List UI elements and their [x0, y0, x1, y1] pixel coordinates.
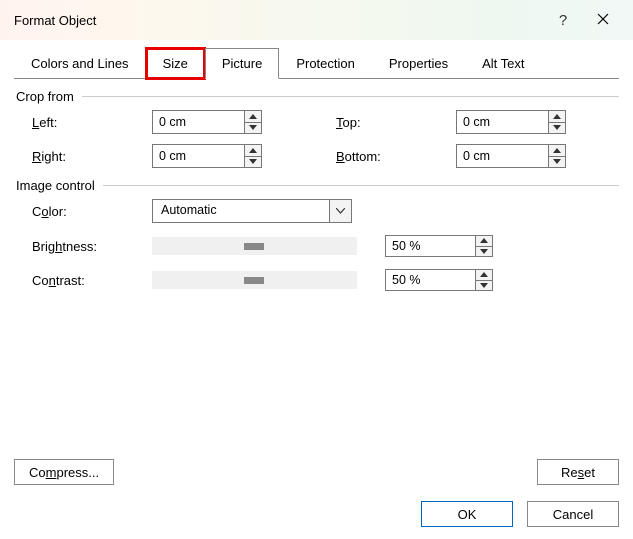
color-dropdown-button[interactable]: [329, 200, 351, 222]
right-label: Right:: [32, 149, 152, 164]
right-down-button[interactable]: [245, 156, 261, 168]
top-input[interactable]: [457, 111, 548, 133]
top-up-button[interactable]: [549, 111, 565, 122]
tab-properties[interactable]: Properties: [372, 48, 465, 79]
contrast-up-button[interactable]: [476, 270, 492, 280]
chevron-down-icon: [480, 249, 488, 254]
ok-button[interactable]: OK: [421, 501, 513, 527]
chevron-up-icon: [249, 114, 257, 119]
brightness-down-button[interactable]: [476, 246, 492, 257]
top-spinner[interactable]: [456, 110, 566, 134]
group-crop-from: Crop from: [16, 89, 619, 104]
right-spinner[interactable]: [152, 144, 262, 168]
chevron-down-icon: [249, 125, 257, 130]
brightness-up-button[interactable]: [476, 236, 492, 246]
bottom-up-button[interactable]: [549, 145, 565, 156]
contrast-input[interactable]: [386, 270, 475, 290]
bottom-input[interactable]: [457, 145, 548, 167]
tab-size[interactable]: Size: [146, 48, 205, 79]
group-image-control: Image control: [16, 178, 619, 193]
chevron-up-icon: [480, 238, 488, 243]
crop-from-label: Crop from: [16, 89, 74, 104]
color-label: Color:: [32, 204, 152, 219]
chevron-down-icon: [249, 159, 257, 164]
bottom-spinner[interactable]: [456, 144, 566, 168]
contrast-down-button[interactable]: [476, 280, 492, 291]
brightness-slider-thumb[interactable]: [244, 243, 264, 250]
chevron-up-icon: [480, 272, 488, 277]
window-title: Format Object: [14, 13, 96, 28]
close-button[interactable]: [583, 12, 623, 28]
cancel-button[interactable]: Cancel: [527, 501, 619, 527]
tab-picture[interactable]: Picture: [205, 48, 279, 79]
reset-button[interactable]: Reset: [537, 459, 619, 485]
tab-alt-text[interactable]: Alt Text: [465, 48, 541, 79]
titlebar: Format Object ?: [0, 0, 633, 40]
left-input[interactable]: [153, 111, 244, 133]
contrast-slider-thumb[interactable]: [244, 277, 264, 284]
help-button[interactable]: ?: [543, 12, 583, 29]
right-input[interactable]: [153, 145, 244, 167]
chevron-up-icon: [249, 148, 257, 153]
tab-bar: Colors and Lines Size Picture Protection…: [14, 48, 619, 79]
left-down-button[interactable]: [245, 122, 261, 134]
top-label: Top:: [336, 115, 456, 130]
brightness-input[interactable]: [386, 236, 475, 256]
left-spinner[interactable]: [152, 110, 262, 134]
brightness-spinner[interactable]: [385, 235, 493, 257]
brightness-slider[interactable]: [152, 237, 357, 255]
left-label: Left:: [32, 115, 152, 130]
chevron-up-icon: [553, 148, 561, 153]
contrast-spinner[interactable]: [385, 269, 493, 291]
tab-protection[interactable]: Protection: [279, 48, 372, 79]
chevron-down-icon: [336, 208, 345, 214]
image-control-label: Image control: [16, 178, 95, 193]
chevron-down-icon: [553, 159, 561, 164]
top-down-button[interactable]: [549, 122, 565, 134]
close-icon: [597, 13, 609, 25]
bottom-down-button[interactable]: [549, 156, 565, 168]
left-up-button[interactable]: [245, 111, 261, 122]
tab-colors-lines[interactable]: Colors and Lines: [14, 48, 146, 79]
color-value: Automatic: [153, 200, 329, 222]
brightness-label: Brightness:: [32, 239, 152, 254]
contrast-label: Contrast:: [32, 273, 152, 288]
compress-button[interactable]: Compress...: [14, 459, 114, 485]
right-up-button[interactable]: [245, 145, 261, 156]
color-combo[interactable]: Automatic: [152, 199, 352, 223]
chevron-down-icon: [553, 125, 561, 130]
chevron-down-icon: [480, 283, 488, 288]
bottom-label: Bottom:: [336, 149, 456, 164]
chevron-up-icon: [553, 114, 561, 119]
contrast-slider[interactable]: [152, 271, 357, 289]
